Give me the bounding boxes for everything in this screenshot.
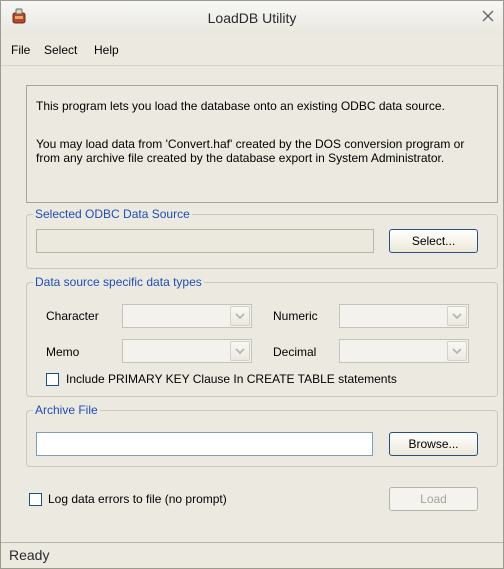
loaddb-window: LoadDB Utility File Select Help This pro… [0,0,504,569]
intro-text-1: This program lets you load the database … [36,99,445,113]
primary-key-checkbox[interactable] [46,373,59,386]
menu-bar: File Select Help [1,35,503,66]
chevron-down-icon [447,341,467,361]
browse-button[interactable]: Browse... [389,432,478,456]
odbc-datasource-field [36,229,374,253]
odbc-group: Selected ODBC Data Source Select... [26,207,498,269]
chevron-down-icon [447,306,467,326]
datatypes-group: Data source specific data types Characte… [26,275,498,397]
archive-file-input[interactable] [36,432,373,456]
archive-group-label: Archive File [33,403,100,417]
window-title: LoadDB Utility [207,10,297,26]
intro-text-2: You may load data from 'Convert.haf' cre… [36,137,465,165]
decimal-label: Decimal [273,345,317,359]
close-icon[interactable] [481,9,495,23]
decimal-combo [339,339,469,363]
status-text: Ready [9,547,50,563]
datatypes-group-label: Data source specific data types [33,275,204,289]
select-button[interactable]: Select... [389,229,478,253]
primary-key-label: Include PRIMARY KEY Clause In CREATE TAB… [66,372,397,386]
load-button[interactable]: Load [389,487,478,511]
character-combo [122,304,252,328]
intro-panel: This program lets you load the database … [26,85,498,203]
odbc-group-label: Selected ODBC Data Source [33,207,192,221]
character-label: Character [46,309,99,323]
numeric-label: Numeric [273,309,318,323]
menu-help[interactable]: Help [94,43,119,57]
menu-file[interactable]: File [11,43,30,57]
archive-group: Archive File Browse... [26,403,498,467]
numeric-combo [339,304,469,328]
memo-combo [122,339,252,363]
menu-select[interactable]: Select [44,43,77,57]
log-errors-checkbox[interactable] [29,493,42,506]
log-errors-label: Log data errors to file (no prompt) [48,492,227,506]
memo-label: Memo [46,345,80,359]
chevron-down-icon [230,341,250,361]
status-bar: Ready [1,542,503,568]
chevron-down-icon [230,306,250,326]
title-bar[interactable]: LoadDB Utility [1,1,503,35]
